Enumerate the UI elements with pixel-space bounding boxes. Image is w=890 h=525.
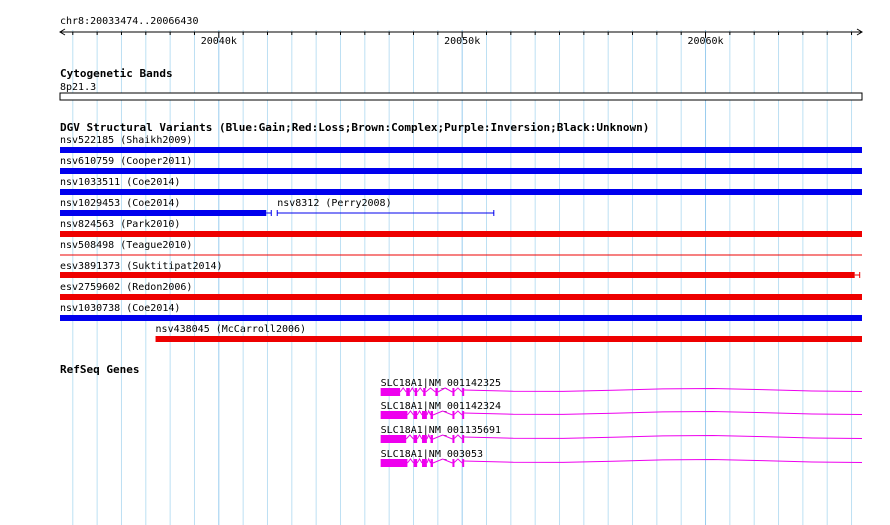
exon-block[interactable]	[380, 411, 408, 419]
ruler-tick-label: 20040k	[201, 36, 237, 47]
refseq-track-title: RefSeq Genes	[60, 363, 139, 376]
exon-block[interactable]	[413, 459, 418, 467]
exon-block[interactable]	[380, 388, 401, 396]
variant-bar[interactable]	[155, 336, 863, 342]
variant-bar[interactable]	[60, 315, 862, 321]
exon-block[interactable]	[462, 411, 465, 419]
exon-block[interactable]	[462, 459, 465, 467]
exon-block[interactable]	[452, 435, 455, 443]
exon-block[interactable]	[413, 411, 418, 419]
gene-label: SLC18A1|NM_001135691	[381, 425, 501, 436]
ruler-tick-label: 20050k	[444, 36, 480, 47]
gene-label: SLC18A1|NM_001142324	[381, 401, 501, 412]
exon-block[interactable]	[422, 411, 427, 419]
region-label: chr8:20033474..20066430	[60, 16, 198, 27]
variant-label: nsv824563 (Park2010)	[60, 219, 180, 230]
exon-block[interactable]	[452, 388, 455, 396]
variant-label: esv2759602 (Redon2006)	[60, 282, 192, 293]
cytoband-label: 8p21.3	[60, 82, 96, 93]
variant-label: nsv1029453 (Coe2014)	[60, 198, 180, 209]
cytoband-bar[interactable]	[59, 92, 863, 101]
cytoband-track-title: Cytogenetic Bands	[60, 67, 173, 80]
exon-block[interactable]	[452, 411, 455, 419]
intron-line	[463, 411, 863, 415]
intron-line	[463, 459, 863, 463]
variant-bar[interactable]	[60, 272, 855, 278]
exon-block[interactable]	[423, 388, 426, 396]
exon-block[interactable]	[422, 435, 427, 443]
ruler-tick-label: 20060k	[687, 36, 723, 47]
gene-label: SLC18A1|NM_001142325	[381, 378, 501, 389]
dgv-track-title: DGV Structural Variants (Blue:Gain;Red:L…	[60, 121, 649, 134]
gene-label: SLC18A1|NM_003053	[381, 449, 483, 460]
variant-label: nsv1030738 (Coe2014)	[60, 303, 180, 314]
genome-browser-view: chr8:20033474..20066430 20040k 20050k 20060…	[0, 0, 890, 525]
variant-bar[interactable]	[60, 294, 862, 300]
variant-label: nsv1033511 (Coe2014)	[60, 177, 180, 188]
exon-block[interactable]	[430, 459, 433, 467]
exon-block[interactable]	[430, 411, 433, 419]
variant-label: nsv508498 (Teague2010)	[60, 240, 192, 251]
variant-label: nsv522185 (Shaikh2009)	[60, 135, 192, 146]
variant-label: nsv438045 (McCarroll2006)	[156, 324, 307, 335]
genome-track-panel: chr8:20033474..2006643020040k 20050k 20060…	[59, 16, 863, 525]
variant-label: esv3891373 (Suktitipat2014)	[60, 261, 223, 272]
exon-block[interactable]	[380, 459, 408, 467]
exon-block[interactable]	[422, 459, 427, 467]
exon-block[interactable]	[414, 388, 418, 396]
variant-label: nsv610759 (Cooper2011)	[60, 156, 192, 167]
exon-block[interactable]	[413, 435, 418, 443]
exon-block[interactable]	[430, 435, 433, 443]
exon-block[interactable]	[462, 435, 465, 443]
variant-label: nsv8312 (Perry2008)	[277, 198, 391, 209]
exon-block[interactable]	[452, 459, 455, 467]
intron-line	[463, 435, 863, 439]
variant-bar[interactable]	[60, 231, 862, 237]
exon-block[interactable]	[380, 435, 407, 443]
exon-block[interactable]	[435, 388, 438, 396]
variant-bar[interactable]	[60, 189, 862, 195]
intron-line	[463, 388, 863, 392]
exon-block[interactable]	[406, 388, 410, 396]
variant-bar[interactable]	[60, 147, 862, 153]
variant-bar[interactable]	[60, 168, 862, 174]
exon-block[interactable]	[462, 388, 465, 396]
variant-bar[interactable]	[60, 210, 267, 216]
